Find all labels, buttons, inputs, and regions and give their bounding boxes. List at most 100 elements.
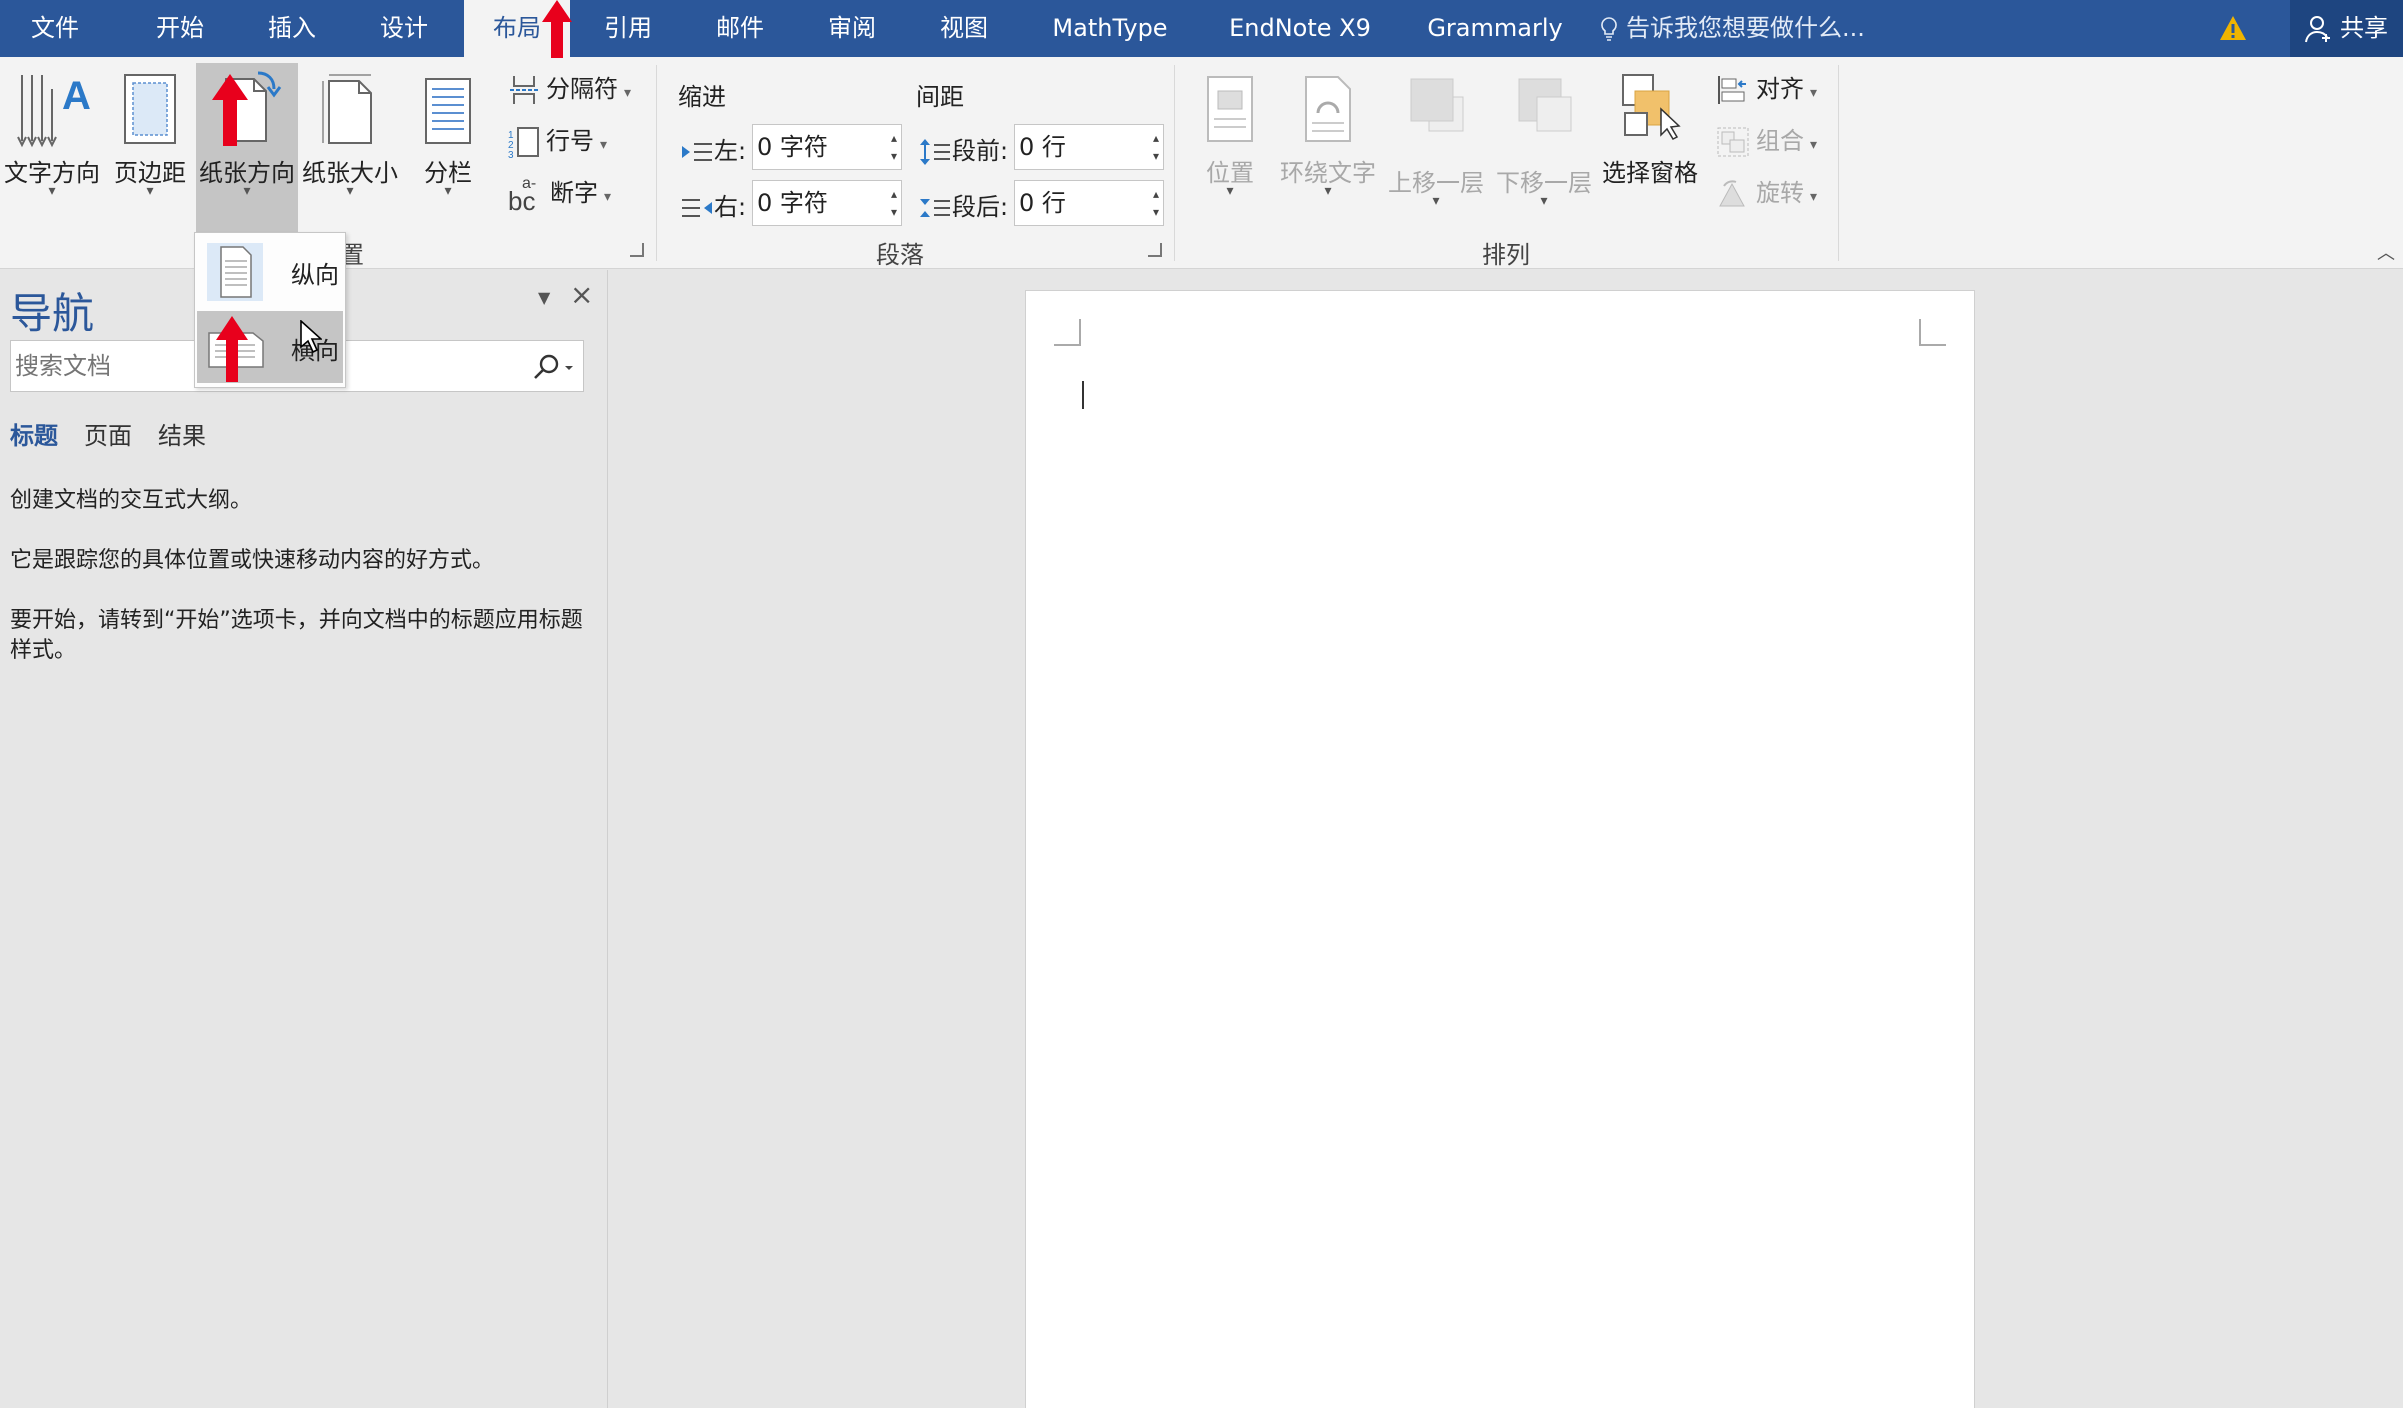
indent-right-icon xyxy=(682,199,712,217)
align-label: 对齐 xyxy=(1756,75,1804,103)
spacing-before-icon xyxy=(920,139,950,165)
chevron-down-icon: ▾ xyxy=(1810,137,1818,153)
indent-right-input[interactable]: 0 字符 ▴ ▾ xyxy=(752,180,902,226)
nav-tab-results[interactable]: 结果 xyxy=(158,416,206,451)
align-icon xyxy=(1718,76,1746,104)
tab-view[interactable]: 视图 xyxy=(912,0,1016,57)
align-button[interactable]: 对齐 ▾ xyxy=(1716,69,1817,109)
group-separator xyxy=(656,65,657,261)
hyphenation-icon: bca- xyxy=(508,175,536,214)
tab-file[interactable]: 文件 xyxy=(0,0,110,57)
chevron-down-icon: ▾ xyxy=(48,183,56,199)
chevron-down-icon: ▾ xyxy=(1324,183,1332,199)
spacing-after-icon xyxy=(920,199,950,217)
chevron-down-icon: ▾ xyxy=(600,137,608,153)
chevron-down-icon: ▾ xyxy=(243,183,251,199)
bring-forward-button[interactable]: 上移一层 ▾ xyxy=(1386,63,1486,223)
text-direction-icon: A xyxy=(17,74,91,148)
collapse-ribbon-icon[interactable]: ︿ xyxy=(2377,239,2395,265)
group-button[interactable]: 组合 ▾ xyxy=(1716,121,1817,161)
mouse-pointer-icon xyxy=(300,320,322,354)
indent-right-value: 0 字符 xyxy=(757,189,828,217)
warning-icon[interactable] xyxy=(2218,14,2248,42)
wrap-text-icon xyxy=(1305,76,1351,142)
columns-icon xyxy=(425,78,471,144)
rotate-icon xyxy=(1719,180,1745,207)
send-backward-button[interactable]: 下移一层 ▾ xyxy=(1494,63,1594,223)
chevron-down-icon: ▾ xyxy=(346,183,354,199)
nav-tab-headings[interactable]: 标题 xyxy=(10,416,58,451)
spin-arrows-icon[interactable]: ▴ ▾ xyxy=(891,129,897,165)
chevron-down-icon[interactable]: ▼ xyxy=(538,288,550,307)
page-setup-launcher-icon[interactable] xyxy=(630,243,644,257)
tab-grammarly[interactable]: Grammarly xyxy=(1410,0,1580,57)
bring-forward-icon xyxy=(1410,78,1464,132)
spin-arrows-icon[interactable]: ▴ ▾ xyxy=(1153,185,1159,221)
share-button[interactable]: 共享 xyxy=(2290,0,2403,57)
tab-endnote[interactable]: EndNote X9 xyxy=(1210,0,1390,57)
navigation-pane: 导航 ▼ × 标题 页面 结果 创建文档的交互式大纲。 它是跟踪您的具体位置或快… xyxy=(2,270,608,1408)
arrange-group-label: 排列 xyxy=(1482,241,1530,269)
chevron-down-icon: ▾ xyxy=(1226,183,1234,199)
tab-mailings[interactable]: 邮件 xyxy=(688,0,792,57)
indent-left-value: 0 字符 xyxy=(757,133,828,161)
tab-references[interactable]: 引用 xyxy=(576,0,680,57)
chevron-down-icon: ▾ xyxy=(624,85,632,101)
selection-pane-button[interactable]: 选择窗格 xyxy=(1600,63,1700,213)
tell-me-search[interactable]: 告诉我您想要做什么... xyxy=(1600,0,1865,57)
chevron-down-icon: ▾ xyxy=(604,189,612,205)
line-numbers-button[interactable]: 1 2 3 行号 ▾ xyxy=(508,121,607,161)
line-numbers-label: 行号 xyxy=(546,127,594,155)
nav-tab-pages[interactable]: 页面 xyxy=(84,416,132,451)
svg-text:3: 3 xyxy=(508,150,514,158)
share-label: 共享 xyxy=(2340,14,2388,42)
indent-right-label: 右: xyxy=(680,187,746,222)
paper-size-icon xyxy=(322,74,372,144)
close-icon[interactable]: × xyxy=(570,278,593,311)
paragraph-group-label: 段落 xyxy=(876,241,924,269)
text-direction-button[interactable]: A 文字方向 ▾ xyxy=(2,63,102,213)
tab-insert[interactable]: 插入 xyxy=(240,0,344,57)
margin-corner-mark xyxy=(1054,319,1081,346)
spin-arrows-icon[interactable]: ▴ ▾ xyxy=(891,185,897,221)
page-break-icon xyxy=(510,76,538,104)
breaks-button[interactable]: 分隔符 ▾ xyxy=(508,69,631,109)
columns-button[interactable]: 分栏 ▾ xyxy=(408,63,488,213)
indent-left-input[interactable]: 0 字符 ▴ ▾ xyxy=(752,124,902,170)
spacing-after-value: 0 行 xyxy=(1019,189,1066,217)
margin-corner-mark xyxy=(1919,319,1946,346)
document-area[interactable] xyxy=(609,270,2403,1408)
search-icon[interactable] xyxy=(531,353,575,381)
spacing-before-input[interactable]: 0 行 ▴ ▾ xyxy=(1014,124,1164,170)
chevron-down-icon: ▾ xyxy=(444,183,452,199)
rotate-button[interactable]: 旋转 ▾ xyxy=(1716,173,1817,213)
margins-button[interactable]: 页边距 ▾ xyxy=(108,63,192,213)
ribbon-layout: A 文字方向 ▾ 页边距 ▾ 纸张方向 ▾ 纸张大小 ▾ 分栏 ▾ 分隔符 ▾ 1… xyxy=(0,57,2403,269)
red-arrow-icon xyxy=(216,316,248,382)
tab-design[interactable]: 设计 xyxy=(352,0,456,57)
line-numbers-icon: 123 xyxy=(508,127,539,158)
spacing-after-input[interactable]: 0 行 ▴ ▾ xyxy=(1014,180,1164,226)
ribbon-tab-bar: 文件 开始 插入 设计 布局 引用 邮件 审阅 视图 MathType EndN… xyxy=(0,0,2403,57)
red-arrow-icon xyxy=(542,0,572,58)
paragraph-launcher-icon[interactable] xyxy=(1148,243,1162,257)
nav-help-text-3: 要开始，请转到“开始”选项卡，并向文档中的标题应用标题样式。 xyxy=(10,608,583,663)
portrait-label: 纵向 xyxy=(291,261,339,289)
tab-home[interactable]: 开始 xyxy=(128,0,232,57)
hyphenation-button[interactable]: bc a- 断字 ▾ xyxy=(508,173,612,214)
breaks-label: 分隔符 xyxy=(546,75,618,103)
chevron-down-icon: ▾ xyxy=(146,183,154,199)
document-page[interactable] xyxy=(1025,290,1975,1408)
size-button[interactable]: 纸张大小 ▾ xyxy=(300,63,400,213)
svg-text:a-: a- xyxy=(522,175,536,192)
chevron-down-icon: ▾ xyxy=(1432,193,1440,209)
tab-review[interactable]: 审阅 xyxy=(800,0,904,57)
wrap-text-button[interactable]: 环绕文字 ▾ xyxy=(1278,63,1378,213)
rotate-label: 旋转 xyxy=(1756,179,1804,207)
chevron-down-icon: ▾ xyxy=(1810,85,1818,101)
spin-arrows-icon[interactable]: ▴ ▾ xyxy=(1153,129,1159,165)
position-button[interactable]: 位置 ▾ xyxy=(1190,63,1270,213)
menu-item-portrait[interactable]: 纵向 xyxy=(197,235,343,307)
svg-text:A: A xyxy=(62,74,91,118)
tab-mathtype[interactable]: MathType xyxy=(1030,0,1190,57)
